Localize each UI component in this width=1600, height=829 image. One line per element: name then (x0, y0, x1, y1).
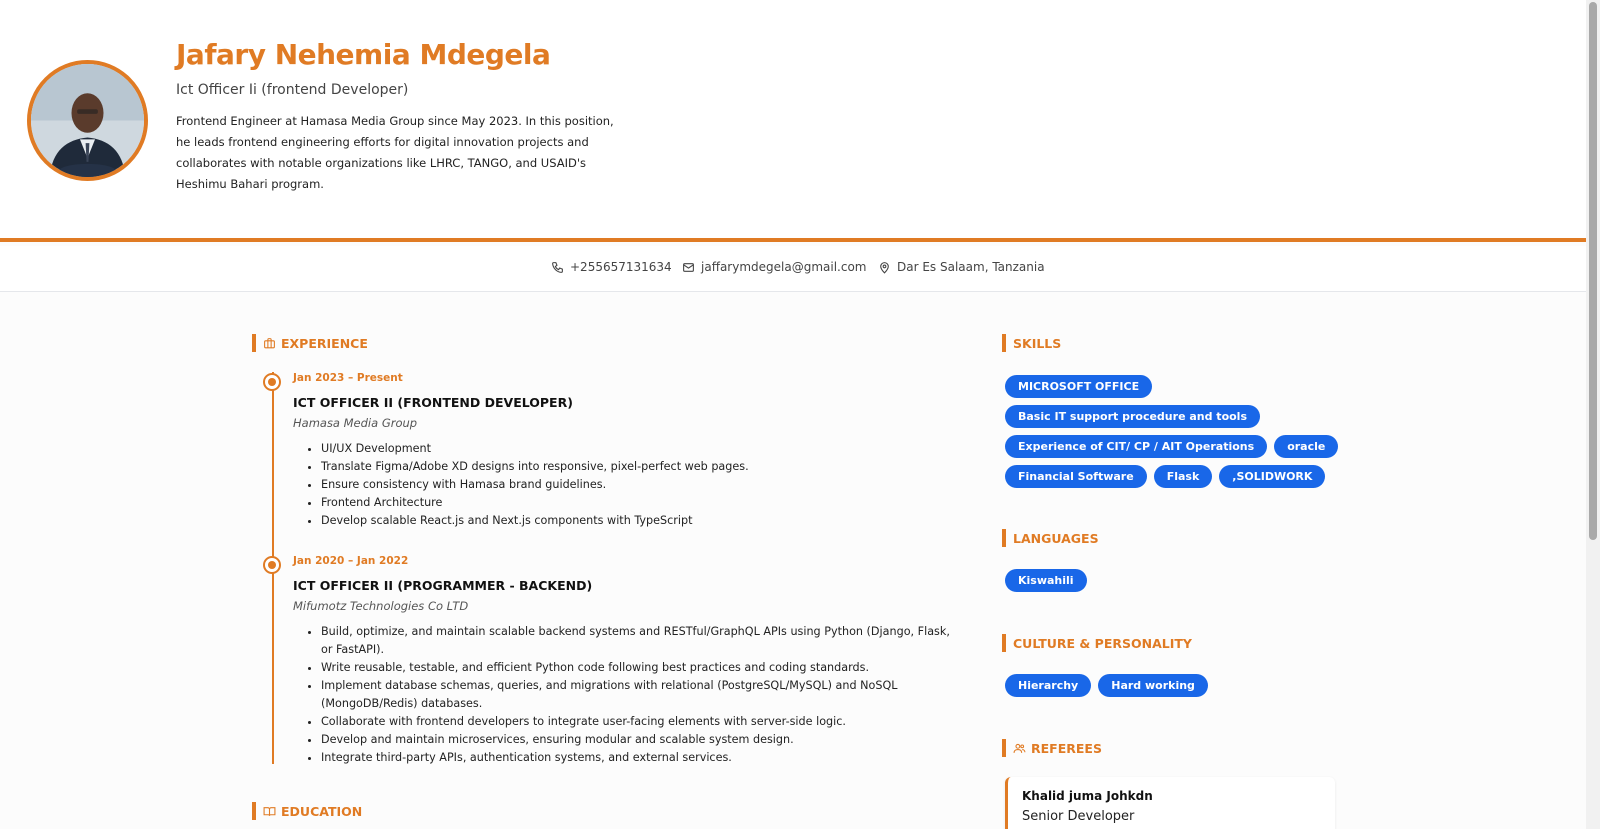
list-item: UI/UX Development (321, 440, 953, 458)
job-dates: Jan 2023 – Present (293, 372, 403, 384)
person-photo-icon (31, 64, 144, 177)
experience-item: Jan 2023 – Present ICT OFFICER II (FRONT… (293, 372, 953, 530)
list-item: Translate Figma/Adobe XD designs into re… (321, 458, 953, 476)
skill-chip: Experience of CIT/ CP / AIT Operations (1005, 435, 1268, 458)
list-item: Develop and maintain microservices, ensu… (321, 731, 953, 749)
skill-chip: MICROSOFT OFFICE (1005, 375, 1153, 398)
experience-item: Jan 2020 – Jan 2022 ICT OFFICER II (PROG… (293, 555, 953, 767)
skills-list: MICROSOFT OFFICE Basic IT support proced… (1005, 375, 1345, 488)
job-company: Mifumotz Technologies Co LTD (293, 599, 469, 613)
list-item: Frontend Architecture (321, 494, 953, 512)
job-title: ICT OFFICER II (PROGRAMMER - BACKEND) (293, 578, 593, 593)
job-dates: Jan 2020 – Jan 2022 (293, 555, 409, 567)
list-item: Ensure consistency with Hamasa brand gui… (321, 476, 953, 494)
skill-chip: ,SOLIDWORK (1219, 465, 1326, 488)
referees-heading: REFEREES (1002, 739, 1102, 757)
list-item: Build, optimize, and maintain scalable b… (321, 623, 953, 659)
job-responsibilities: UI/UX Development Translate Figma/Adobe … (293, 440, 953, 530)
map-pin-icon (880, 261, 889, 274)
mail-icon (683, 262, 694, 272)
list-item: Integrate third-party APIs, authenticati… (321, 749, 953, 767)
skill-chip: oracle (1274, 435, 1339, 458)
experience-heading: EXPERIENCE (252, 334, 368, 352)
culture-chip: Hard working (1098, 674, 1208, 697)
job-company: Hamasa Media Group (293, 416, 418, 430)
skills-heading: SKILLS (1002, 334, 1061, 352)
book-icon (263, 806, 276, 816)
profile-header: Jafary Nehemia Mdegela Ict Officer Ii (f… (0, 0, 1586, 242)
job-title: ICT OFFICER II (FRONTEND DEVELOPER) (293, 395, 573, 410)
referee-name: Khalid juma Johkdn (1022, 789, 1153, 803)
list-item: Implement database schemas, queries, and… (321, 677, 953, 713)
contact-email[interactable]: jaffarymdegela@gmail.com (682, 260, 867, 274)
referee-card: Khalid juma Johkdn Senior Developer (1005, 777, 1335, 829)
languages-list: Kiswahili (1005, 569, 1345, 592)
timeline-dot (263, 373, 281, 391)
location-text: Dar Es Salaam, Tanzania (897, 260, 1045, 274)
email-text: jaffarymdegela@gmail.com (701, 260, 867, 274)
culture-list: Hierarchy Hard working (1005, 674, 1345, 697)
skill-chip: Flask (1153, 465, 1213, 488)
scrollbar-thumb[interactable] (1589, 2, 1597, 540)
list-item: Develop scalable React.js and Next.js co… (321, 512, 953, 530)
briefcase-icon (264, 337, 275, 348)
list-item: Collaborate with frontend developers to … (321, 713, 953, 731)
candidate-name: Jafary Nehemia Mdegela (176, 38, 551, 71)
contact-bar: +255657131634 jaffarymdegela@gmail.com D… (0, 246, 1586, 292)
language-chip: Kiswahili (1005, 569, 1087, 592)
culture-heading: CULTURE & PERSONALITY (1002, 634, 1192, 652)
timeline-dot (263, 556, 281, 574)
users-icon (1013, 743, 1026, 753)
candidate-role: Ict Officer Ii (frontend Developer) (176, 82, 409, 98)
contact-phone[interactable]: +255657131634 (551, 260, 672, 274)
phone-icon (552, 261, 563, 273)
languages-heading: LANGUAGES (1002, 529, 1099, 547)
referee-role: Senior Developer (1022, 809, 1135, 824)
phone-text: +255657131634 (570, 260, 672, 274)
resume-page: Jafary Nehemia Mdegela Ict Officer Ii (f… (0, 0, 1586, 829)
skill-chip: Basic IT support procedure and tools (1005, 405, 1261, 428)
vertical-scrollbar[interactable] (1586, 0, 1600, 829)
job-responsibilities: Build, optimize, and maintain scalable b… (293, 623, 953, 767)
list-item: Write reusable, testable, and efficient … (321, 659, 953, 677)
culture-chip: Hierarchy (1005, 674, 1092, 697)
profile-summary: Frontend Engineer at Hamasa Media Group … (176, 114, 614, 191)
contact-location: Dar Es Salaam, Tanzania (878, 260, 1045, 274)
profile-photo (27, 60, 148, 181)
skill-chip: Financial Software (1005, 465, 1147, 488)
education-heading: EDUCATION (252, 802, 362, 820)
